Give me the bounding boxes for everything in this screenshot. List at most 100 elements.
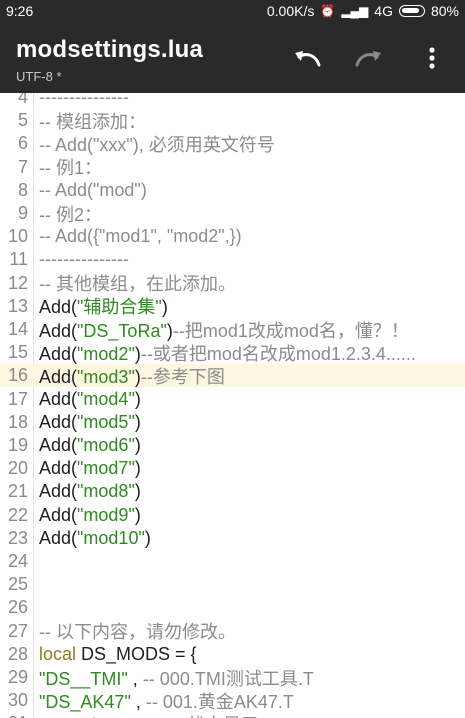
code-line[interactable]: 20 Add("mod7") <box>0 457 465 480</box>
comment-token: --------------- <box>39 93 129 107</box>
code-line[interactable]: 18 Add("mod5") <box>0 411 465 434</box>
plain-token: Add( <box>39 504 78 525</box>
code-line[interactable]: 31 "DS_AlSt" , -- 002.状态显示.T <box>0 712 465 718</box>
comment-token: -- 其他模组，在此添加。 <box>39 274 236 295</box>
code-line[interactable]: 7 -- 例1： <box>0 156 465 179</box>
more-vert-icon <box>429 47 435 69</box>
code-text: "DS_AK47" , -- 001.黄金AK47.T <box>39 688 294 714</box>
network-type: 4G <box>374 3 393 19</box>
line-number: 26 <box>7 597 28 618</box>
code-line[interactable]: 29 "DS__TMI" , -- 000.TMI测试工具.T <box>0 666 465 689</box>
plain-token: Add( <box>39 366 78 387</box>
plain-token: Add( <box>39 458 78 479</box>
code-line[interactable]: 16 Add("mod3")--参考下图 <box>0 363 465 389</box>
code-line[interactable]: 24 <box>0 550 465 573</box>
code-line[interactable]: 4 --------------- <box>0 93 465 109</box>
line-number: 12 <box>7 272 28 293</box>
more-options-button[interactable] <box>414 40 450 76</box>
plain-token: , <box>130 691 146 712</box>
plain-token: Add( <box>39 320 78 341</box>
line-number: 8 <box>17 179 28 200</box>
code-text: -- Add("xxx"), 必须用英文符号 <box>39 131 275 157</box>
code-line[interactable]: 25 <box>0 573 465 596</box>
line-number: 11 <box>9 249 28 270</box>
line-number: 10 <box>7 226 28 247</box>
line-number: 21 <box>7 481 28 502</box>
comment-token: --参考下图 <box>140 366 225 387</box>
line-number: 31 <box>0 713 28 718</box>
string-token: "mod2" <box>77 343 135 364</box>
line-number: 14 <box>7 319 28 339</box>
app-bar: modsettings.lua UTF-8 * <box>0 22 465 93</box>
file-encoding: UTF-8 * <box>16 69 62 84</box>
code-text: "DS_AlSt" , -- 002.状态显示.T <box>39 711 275 718</box>
code-text: Add("辅助合集") <box>39 293 168 319</box>
comment-token: -- Add("xxx"), 必须用英文符号 <box>39 134 275 155</box>
line-number: 29 <box>7 667 28 687</box>
code-line[interactable]: 13 Add("辅助合集") <box>0 295 465 318</box>
code-line[interactable]: 22 Add("mod9") <box>0 504 465 527</box>
code-text: -- 例1： <box>39 154 102 180</box>
plain-token: ) <box>134 481 141 502</box>
string-token: "mod8" <box>77 481 135 502</box>
code-line[interactable]: 10 -- Add({"mod1", "mod2",}) <box>0 225 465 248</box>
plain-token: ) <box>161 297 168 318</box>
code-line[interactable]: 21 Add("mod8") <box>0 480 465 503</box>
code-line[interactable]: 8 -- Add("mod") <box>0 179 465 202</box>
code-line[interactable]: 5 -- 模组添加： <box>0 109 465 132</box>
code-line[interactable]: 27 -- 以下内容，请勿修改。 <box>0 620 465 643</box>
code-text: Add("mod5") <box>39 412 141 433</box>
line-number: 23 <box>7 527 28 548</box>
code-text: -- 以下内容，请勿修改。 <box>39 618 236 644</box>
line-number: 18 <box>7 411 28 432</box>
code-text: Add("mod7") <box>39 458 141 479</box>
code-line[interactable]: 23 Add("mod10") <box>0 527 465 550</box>
comment-token: --或者把mod名改成mod1.2.3.4...... <box>140 343 416 364</box>
code-text: Add("mod8") <box>39 481 141 502</box>
code-text: Add("DS_ToRa")--把mod1改成mod名，懂？！ <box>39 317 409 343</box>
line-number: 16 <box>7 365 28 386</box>
redo-button[interactable] <box>351 40 387 76</box>
plain-token: Add( <box>39 297 78 318</box>
line-number: 30 <box>7 690 28 711</box>
code-line[interactable]: 28 local DS_MODS = { <box>0 643 465 666</box>
string-token: "mod9" <box>77 504 135 525</box>
code-editor[interactable]: 4 --------------- 5 -- 模组添加： 6 -- Add("xxx"),… <box>0 93 465 718</box>
code-text: Add("mod4") <box>39 389 141 410</box>
code-text: -- 其他模组，在此添加。 <box>39 270 236 296</box>
code-line[interactable]: 9 -- 例2： <box>0 202 465 225</box>
code-text: local DS_MODS = { <box>39 644 197 665</box>
redo-icon <box>355 51 381 67</box>
code-line[interactable]: 15 Add("mod2")--或者把mod名改成mod1.2.3.4...... <box>0 341 465 364</box>
code-text: Add("mod9") <box>39 505 141 526</box>
line-number: 27 <box>7 620 28 641</box>
code-text: Add("mod6") <box>39 435 141 456</box>
network-speed: 0.00K/s <box>266 3 315 19</box>
code-line[interactable]: 30 "DS_AK47" , -- 001.黄金AK47.T <box>0 689 465 712</box>
code-line[interactable]: 11 --------------- <box>0 248 465 271</box>
string-token: "DS_AK47" <box>39 691 131 712</box>
comment-token: --把mod1改成mod名，懂？！ <box>172 320 409 341</box>
plain-token: Add( <box>39 411 78 432</box>
plain-token: , <box>127 668 143 689</box>
plain-token: Add( <box>39 388 78 409</box>
code-line[interactable]: 17 Add("mod4") <box>0 388 465 411</box>
comment-token: -- Add("mod") <box>39 179 147 200</box>
plain-token: Add( <box>39 527 78 548</box>
code-text: -- Add("mod") <box>39 180 147 201</box>
undo-button[interactable] <box>289 40 325 76</box>
code-line[interactable]: 12 -- 其他模组，在此添加。 <box>0 272 465 295</box>
code-line[interactable]: 6 -- Add("xxx"), 必须用英文符号 <box>0 132 465 155</box>
plain-token: ) <box>134 504 141 525</box>
line-number: 5 <box>17 110 28 131</box>
plain-token: ) <box>144 527 151 548</box>
line-number: 15 <box>7 342 28 363</box>
code-line[interactable]: 14 Add("DS_ToRa")--把mod1改成mod名，懂？！ <box>0 318 465 341</box>
plain-token: Add( <box>39 435 78 455</box>
code-text: Add("mod3")--参考下图 <box>39 363 225 389</box>
battery-icon <box>398 5 425 17</box>
comment-token: --------------- <box>39 249 129 270</box>
code-line[interactable]: 26 <box>0 596 465 619</box>
code-line[interactable]: 19 Add("mod6") <box>0 434 465 457</box>
string-token: "DS__TMI" <box>39 668 128 689</box>
